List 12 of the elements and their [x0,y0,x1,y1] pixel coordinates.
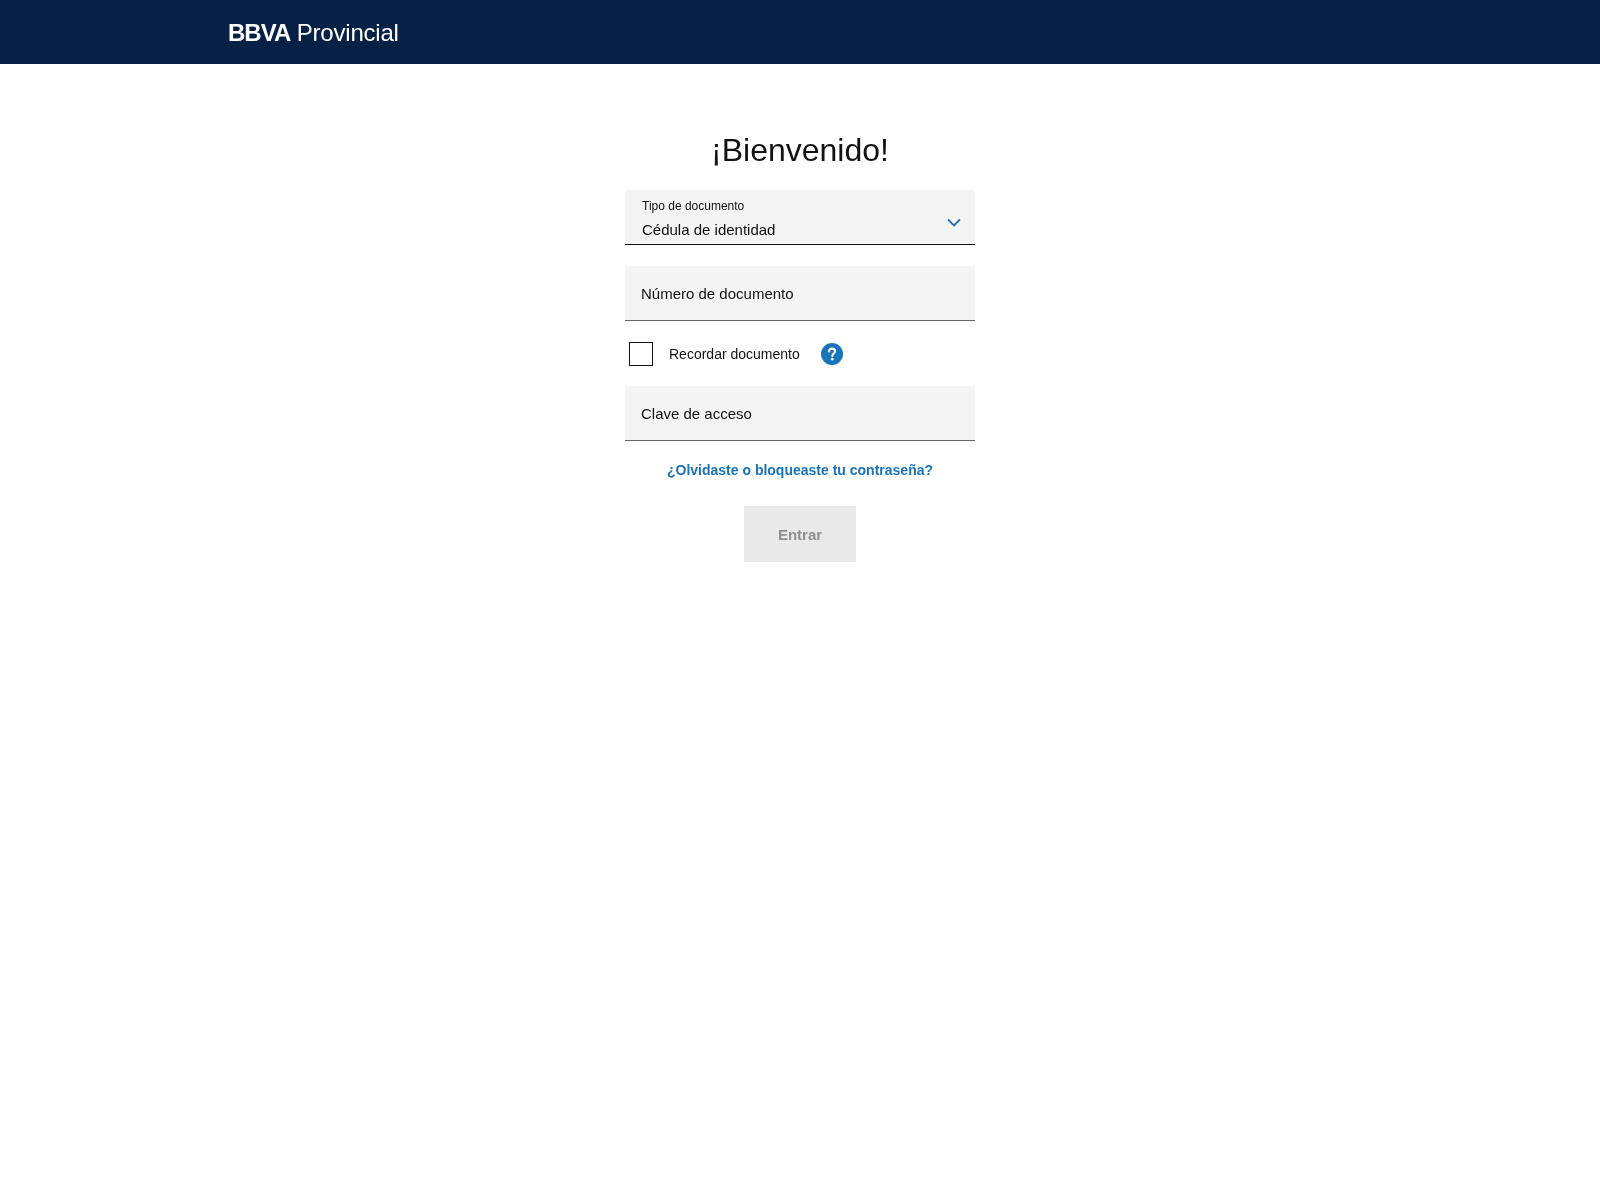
remember-label: Recordar documento [669,345,800,364]
password-field[interactable]: Clave de acceso [625,386,975,441]
document-type-select[interactable]: Tipo de documento Cédula de identidad [625,190,975,245]
document-number-field[interactable]: Número de documento [625,266,975,321]
brand-logo[interactable]: BBVA Provincial [228,18,399,47]
select-value: Cédula de identidad [642,220,776,240]
field-label: Tipo de documento [642,199,745,214]
checkbox[interactable] [629,342,653,366]
welcome-heading: ¡Bienvenido! [711,131,889,170]
chevron-down-icon [947,218,961,227]
forgot-password-link[interactable]: ¿Olvidaste o bloqueaste tu contraseña? [666,460,934,480]
help-icon [820,343,843,365]
